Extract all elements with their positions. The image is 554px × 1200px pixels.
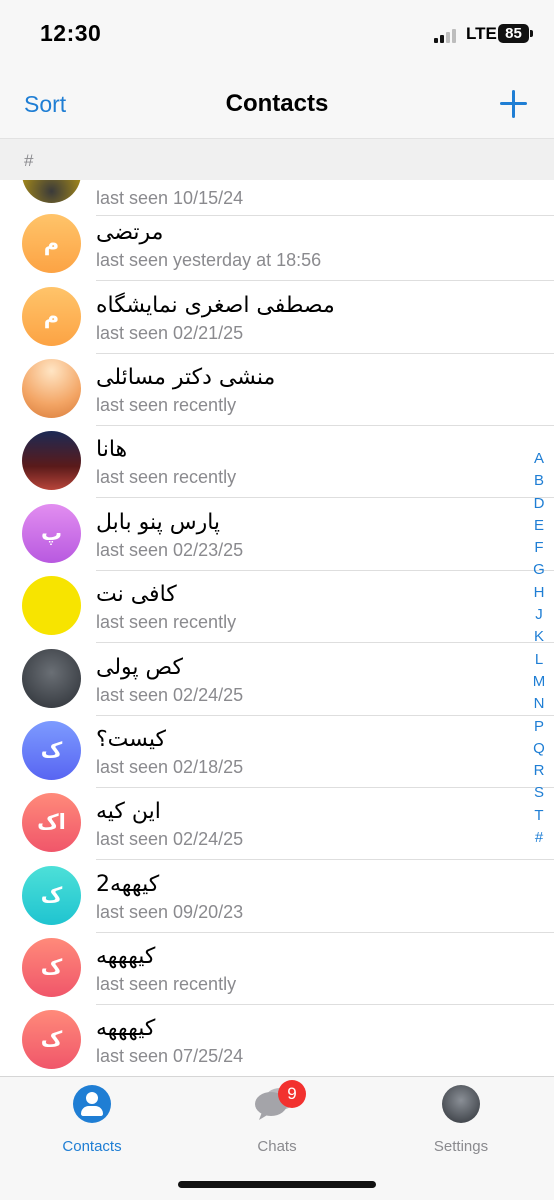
contact-status: last seen yesterday at 18:56 — [96, 250, 322, 270]
contact-name: مصطفی اصغری نمایشگاه — [96, 293, 335, 318]
index-letter[interactable]: R — [528, 760, 550, 782]
contact-status: last seen 07/25/24 — [96, 1046, 244, 1066]
contact-row[interactable]: منشی دکتر مسائلی last seen recently — [0, 353, 554, 426]
contact-status: last seen 10/15/24 — [96, 188, 244, 208]
contact-avatar: م — [22, 214, 81, 273]
tab-chats[interactable]: Chats — [212, 1085, 342, 1155]
index-letter[interactable]: D — [528, 493, 550, 515]
contact-name: کص پولی — [96, 655, 183, 680]
contact-row[interactable]: پ پارس پنو بابل last seen 02/23/25 — [0, 498, 554, 571]
contact-status: last seen 02/24/25 — [96, 685, 244, 705]
tab-contacts[interactable]: Contacts — [27, 1085, 157, 1155]
contact-status: last seen 09/20/23 — [96, 902, 244, 922]
contact-status: last seen recently — [96, 974, 237, 994]
contact-row[interactable]: ک کیهههه last seen 07/25/24 — [0, 1004, 554, 1076]
page-title: Contacts — [225, 90, 329, 117]
contact-avatar-photo — [22, 431, 81, 490]
contact-name: کیست؟ — [96, 727, 167, 752]
contact-avatar: ک — [22, 866, 81, 925]
contact-status: last seen recently — [96, 612, 237, 632]
contact-name: منشی دکتر مسائلی — [96, 365, 276, 390]
contact-row[interactable]: هانا last seen recently — [0, 425, 554, 498]
tab-label: Chats — [257, 1138, 297, 1155]
index-letter[interactable]: E — [528, 515, 550, 537]
unread-badge: 9 — [278, 1080, 306, 1108]
contact-avatar: م — [22, 287, 81, 346]
contact-name: مرتضی — [96, 220, 164, 245]
contact-row[interactable]: اک این کیه last seen 02/24/25 — [0, 787, 554, 860]
index-letter[interactable]: H — [528, 582, 550, 604]
index-letter[interactable]: T — [528, 805, 550, 827]
index-letter[interactable]: B — [528, 470, 550, 492]
signal-icon — [434, 27, 460, 43]
index-letter[interactable]: # — [528, 827, 550, 849]
contact-avatar: ک — [22, 938, 81, 997]
contact-status: last seen recently — [96, 395, 237, 415]
index-letter[interactable]: Q — [528, 738, 550, 760]
contact-status: last seen 02/18/25 — [96, 757, 244, 777]
contact-avatar: پ — [22, 504, 81, 563]
contact-avatar: ک — [22, 1010, 81, 1069]
index-letter[interactable]: J — [528, 604, 550, 626]
contact-name: این کیه — [96, 799, 161, 824]
index-letter[interactable]: S — [528, 782, 550, 804]
contact-row[interactable]: کافی نت last seen recently — [0, 570, 554, 643]
index-letter[interactable]: L — [528, 649, 550, 671]
contact-row[interactable]: ک کیههه2 last seen 09/20/23 — [0, 860, 554, 933]
contact-name: کیهههه — [96, 944, 156, 969]
contacts-list[interactable]: last seen 10/15/24 م مرتضی last seen yes… — [0, 180, 554, 1076]
contact-row[interactable]: م مرتضی last seen yesterday at 18:56 — [0, 208, 554, 281]
alphabet-index[interactable]: A B D E F G H J K L M N P Q R S T # — [528, 448, 550, 849]
section-header: # — [0, 138, 554, 180]
contact-name: کیههه2 — [96, 872, 160, 897]
home-indicator — [178, 1181, 376, 1188]
navigation-bar: Sort Contacts — [0, 66, 554, 138]
tab-label: Settings — [433, 1138, 489, 1155]
contact-status: last seen 02/23/25 — [96, 540, 244, 560]
contact-row[interactable]: ک کیهههه last seen recently — [0, 932, 554, 1005]
status-bar: 12:30 LTE 85 — [0, 0, 554, 66]
contact-status: last seen 02/24/25 — [96, 829, 244, 849]
contact-avatar — [22, 180, 81, 203]
index-letter[interactable]: F — [528, 537, 550, 559]
section-label: # — [24, 151, 34, 170]
contact-avatar: اک — [22, 793, 81, 852]
contact-status: last seen 02/21/25 — [96, 323, 244, 343]
contact-status: last seen recently — [96, 467, 237, 487]
tab-settings[interactable]: Settings — [396, 1085, 526, 1155]
index-letter[interactable]: P — [528, 716, 550, 738]
contact-avatar-photo — [22, 359, 81, 418]
clock: 12:30 — [40, 20, 102, 46]
contact-name: هانا — [96, 437, 128, 462]
person-circle-icon — [73, 1085, 111, 1123]
contact-name: کیهههه — [96, 1016, 156, 1041]
battery-icon: 85 — [498, 24, 529, 43]
profile-avatar-icon — [442, 1085, 480, 1123]
tab-label: Contacts — [62, 1138, 122, 1155]
contact-row[interactable]: ک کیست؟ last seen 02/18/25 — [0, 715, 554, 788]
contact-avatar-photo — [22, 649, 81, 708]
contact-avatar: ک — [22, 721, 81, 780]
index-letter[interactable]: M — [528, 671, 550, 693]
contact-avatar-photo — [22, 576, 81, 635]
index-letter[interactable]: N — [528, 693, 550, 715]
index-letter[interactable]: A — [528, 448, 550, 470]
network-label: LTE — [466, 24, 497, 43]
battery-tip — [530, 30, 533, 37]
index-letter[interactable]: G — [528, 559, 550, 581]
contact-name: پارس پنو بابل — [96, 510, 221, 535]
index-letter[interactable]: K — [528, 626, 550, 648]
contact-row[interactable]: م مصطفی اصغری نمایشگاه last seen 02/21/2… — [0, 281, 554, 354]
contact-row[interactable]: کص پولی last seen 02/24/25 — [0, 643, 554, 716]
plus-icon[interactable] — [498, 88, 530, 120]
contact-name: کافی نت — [96, 582, 177, 607]
